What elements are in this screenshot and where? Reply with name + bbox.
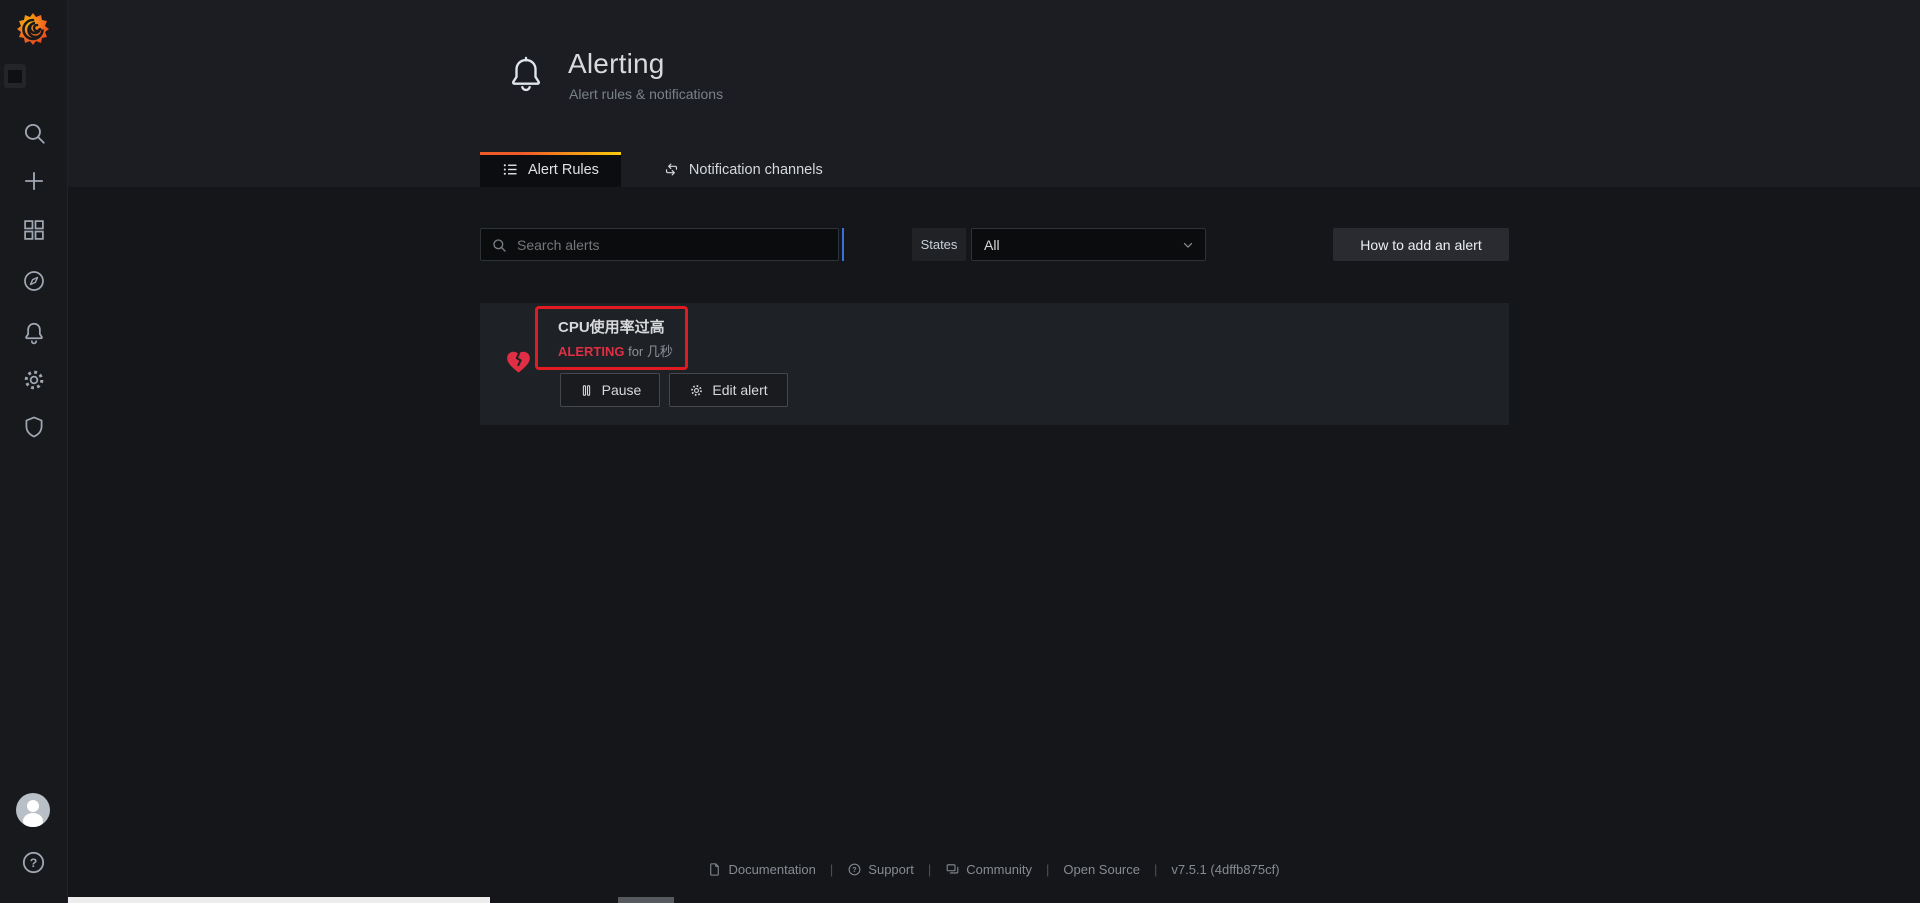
footer-link-community[interactable]: Community — [945, 862, 1032, 877]
gear-icon — [21, 367, 47, 393]
footer-link-documentation[interactable]: Documentation — [707, 862, 815, 877]
pause-icon — [579, 383, 594, 398]
alert-state-line: ALERTING for 几秒 — [558, 341, 673, 360]
sidebar-item-configuration[interactable] — [0, 360, 67, 400]
footer-link-label: Documentation — [728, 862, 815, 877]
tab-notification-channels-label: Notification channels — [689, 162, 823, 178]
page-header: Alerting Alert rules & notifications Ale… — [67, 0, 1920, 187]
focus-caret — [842, 228, 844, 261]
svg-text:?: ? — [30, 856, 38, 870]
footer-separator: | — [830, 862, 833, 877]
heart-broken-icon — [504, 347, 533, 376]
apps-icon — [21, 217, 47, 243]
help-button[interactable]: ? — [0, 842, 67, 882]
gear-icon — [689, 383, 704, 398]
grafana-logo[interactable] — [13, 10, 53, 50]
search-icon — [491, 237, 507, 253]
horizontal-scrollbar-track[interactable] — [67, 897, 490, 903]
user-profile-button[interactable] — [16, 793, 50, 827]
sidebar-item-create[interactable] — [0, 161, 67, 201]
dock-toggle[interactable] — [4, 64, 26, 88]
states-filter-label: States — [912, 228, 966, 261]
edit-alert-button[interactable]: Edit alert — [669, 373, 788, 407]
chevron-down-icon — [1181, 238, 1195, 252]
tab-alert-rules-label: Alert Rules — [528, 162, 599, 178]
horizontal-scrollbar-thumb[interactable] — [618, 897, 674, 903]
tab-notification-channels[interactable]: Notification channels — [641, 152, 845, 187]
alert-state-area — [504, 347, 533, 376]
footer-link-label: Community — [966, 862, 1032, 877]
comments-icon — [945, 862, 960, 877]
document-icon — [707, 862, 722, 877]
question-circle-icon: ? — [847, 862, 862, 877]
page-title: Alerting — [568, 48, 665, 80]
dock-toggle-inner — [8, 70, 22, 83]
grafana-logo-icon — [13, 10, 53, 50]
sidebar-item-alerting[interactable] — [0, 313, 67, 353]
pause-alert-button[interactable]: Pause — [560, 373, 660, 407]
tab-bar: Alert Rules Notification channels — [480, 152, 845, 187]
tab-alert-rules[interactable]: Alert Rules — [480, 152, 621, 187]
footer-link-support[interactable]: ? Support — [847, 862, 914, 877]
compass-icon — [21, 268, 47, 294]
list-icon — [502, 161, 519, 178]
page-bell-icon — [507, 52, 545, 98]
footer-link-label: Support — [868, 862, 914, 877]
search-alerts-box — [480, 228, 839, 261]
footer-version: v7.5.1 (4dffb875cf) — [1171, 862, 1279, 877]
sidebar-item-explore[interactable] — [0, 261, 67, 301]
footer-separator: | — [928, 862, 931, 877]
shield-icon — [21, 414, 47, 440]
footer-link-label: Open Source — [1063, 862, 1140, 877]
search-alerts-input[interactable] — [515, 236, 828, 254]
alert-state-badge: ALERTING — [558, 344, 624, 359]
footer: Documentation | ? Support | Community | … — [67, 862, 1920, 877]
svg-text:?: ? — [853, 866, 857, 874]
sidebar-item-dashboards[interactable] — [0, 210, 67, 250]
bell-icon — [21, 320, 47, 346]
search-icon — [21, 120, 47, 146]
pause-alert-label: Pause — [602, 382, 642, 398]
footer-separator: | — [1046, 862, 1049, 877]
how-to-add-alert-button[interactable]: How to add an alert — [1333, 228, 1509, 261]
footer-separator: | — [1154, 862, 1157, 877]
edit-alert-label: Edit alert — [712, 382, 767, 398]
alert-list-item: CPU使用率过高 ALERTING for 几秒 Pause Edit aler… — [480, 303, 1509, 425]
main-content — [67, 187, 1920, 903]
states-filter-select[interactable]: All — [971, 228, 1206, 261]
question-circle-icon: ? — [20, 849, 47, 876]
sidebar-item-server-admin[interactable] — [0, 407, 67, 447]
page-subtitle: Alert rules & notifications — [569, 86, 723, 102]
plus-icon — [21, 168, 47, 194]
footer-open-source[interactable]: Open Source — [1063, 862, 1140, 877]
channels-icon — [663, 161, 680, 178]
alert-state-duration: for 几秒 — [628, 344, 673, 359]
alert-name-link[interactable]: CPU使用率过高 — [558, 316, 665, 337]
sidebar: ? — [0, 0, 68, 903]
avatar — [16, 793, 50, 827]
states-filter-value: All — [984, 237, 1000, 253]
sidebar-item-search[interactable] — [0, 113, 67, 153]
